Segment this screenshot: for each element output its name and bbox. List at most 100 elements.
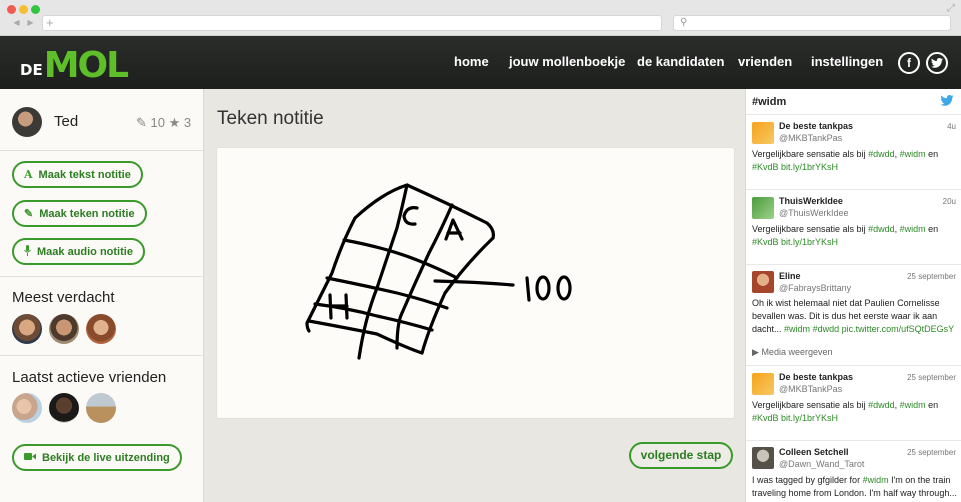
logo-mol-text: MOL (43, 45, 129, 86)
suspect-avatar[interactable] (12, 314, 42, 344)
maximize-window-icon[interactable] (31, 5, 40, 14)
tweet-author-handle[interactable]: @MKBTankPas (779, 384, 842, 394)
tweet-time[interactable]: 25 september (907, 448, 956, 457)
friend-avatar[interactable] (86, 393, 116, 423)
avatar[interactable] (12, 107, 42, 137)
tweet-text: I was tagged by gfgilder for #widm I'm o… (752, 475, 957, 502)
twitter-feed: #widm De beste tankpas @MKBTankPas 4u Ve… (745, 89, 961, 502)
tweet-avatar[interactable] (752, 447, 774, 469)
divider (0, 355, 204, 356)
audio-note-label: Maak audio notitie (37, 245, 133, 258)
profile-card: Ted ✎ 10 ★ 3 (0, 89, 204, 151)
stars-count: 3 (183, 115, 192, 130)
live-stream-button[interactable]: Bekijk de live uitzending (12, 444, 182, 471)
tweet-text: Oh ik wist helemaal niet dat Paulien Cor… (752, 298, 955, 334)
arrow-left-icon[interactable]: ◀ (10, 17, 23, 29)
facebook-icon[interactable]: f (898, 52, 920, 74)
hashtag-link[interactable]: #dwdd (868, 224, 895, 234)
tweet-time[interactable]: 25 september (907, 373, 956, 382)
tweet-time[interactable]: 4u (947, 122, 956, 131)
tweet-link[interactable]: #KvdB bit.ly/1brYKsH (752, 237, 838, 247)
tweet-author-name[interactable]: Colleen Setchell (779, 447, 849, 457)
hashtag-link[interactable]: #widm (900, 224, 926, 234)
nav-instellingen[interactable]: instellingen (811, 54, 883, 69)
most-suspected-heading: Meest verdacht (12, 289, 115, 306)
notes-count: 10 (150, 115, 165, 130)
tweet-time[interactable]: 20u (943, 197, 956, 206)
nav-vrienden[interactable]: vrienden (738, 54, 792, 69)
address-bar[interactable] (42, 15, 662, 31)
suspect-avatar[interactable] (49, 314, 79, 344)
hashtag-label[interactable]: #widm (752, 96, 786, 108)
microphone-icon (24, 244, 31, 259)
twitter-icon[interactable] (926, 52, 948, 74)
tweet[interactable]: ThuisWerkIdee @ThuisWerkIdee 20u Vergeli… (746, 190, 961, 265)
tweet-link[interactable]: pic.twitter.com/ufSQtDEGsY (842, 324, 955, 334)
media-label: Media weergeven (761, 347, 833, 357)
tweet-time[interactable]: 25 september (907, 272, 956, 281)
tweet-avatar[interactable] (752, 197, 774, 219)
close-window-icon[interactable] (7, 5, 16, 14)
hashtag-link[interactable]: #widm (784, 324, 810, 334)
magnifier-icon: ⚲ (680, 17, 688, 28)
draw-note-label: Maak teken notitie (39, 207, 135, 220)
hashtag-link[interactable]: #dwdd (868, 400, 895, 410)
tweet-link[interactable]: #KvdB bit.ly/1brYKsH (752, 413, 838, 423)
draw-note-button[interactable]: ✎ Maak teken notitie (12, 200, 147, 227)
media-toggle[interactable]: ▶ Media weergeven (752, 347, 832, 358)
divider (0, 276, 204, 277)
plus-icon[interactable]: + (46, 16, 54, 29)
pencil-icon: ✎ (24, 208, 34, 220)
tweet-author-handle[interactable]: @FabraysBrittany (779, 283, 851, 293)
tweet-text: Vergelijkbare sensatie als bij #dwdd, #w… (752, 224, 939, 247)
text-note-button[interactable]: A Maak tekst notitie (12, 161, 143, 188)
hashtag-link[interactable]: #widm (900, 149, 926, 159)
nav-mollenboekje[interactable]: jouw mollenboekje (509, 54, 625, 69)
tweet[interactable]: De beste tankpas @MKBTankPas 25 septembe… (746, 366, 961, 441)
tweet[interactable]: De beste tankpas @MKBTankPas 4u Vergelij… (746, 115, 961, 190)
next-step-button[interactable]: volgende stap (629, 442, 733, 469)
hashtag-link[interactable]: #dwdd (868, 149, 895, 159)
text-icon: A (24, 168, 33, 181)
tweet-text: Vergelijkbare sensatie als bij #dwdd, #w… (752, 149, 939, 172)
hashtag-link[interactable]: #dwdd (813, 324, 840, 334)
arrow-right-icon[interactable]: ▶ (24, 17, 37, 29)
tweet-text: Vergelijkbare sensatie als bij #dwdd, #w… (752, 400, 939, 423)
tweet-avatar[interactable] (752, 373, 774, 395)
live-stream-label: Bekijk de live uitzending (42, 451, 170, 464)
tweet-author-name[interactable]: Eline (779, 271, 801, 281)
tweet-author-handle[interactable]: @MKBTankPas (779, 133, 842, 143)
recent-friends-heading: Laatst actieve vrienden (12, 369, 167, 386)
tweet[interactable]: Colleen Setchell @Dawn_Wand_Tarot 25 sep… (746, 441, 961, 502)
tweet-link[interactable]: #KvdB bit.ly/1brYKsH (752, 162, 838, 172)
nav-kandidaten[interactable]: de kandidaten (637, 54, 724, 69)
demol-logo[interactable]: DE MOL (20, 40, 129, 86)
tweet-author-name[interactable]: De beste tankpas (779, 372, 853, 382)
play-icon: ▶ (752, 347, 759, 357)
tweet-avatar[interactable] (752, 271, 774, 293)
site-header: DE MOL home jouw mollenboekje de kandida… (0, 36, 961, 89)
expand-icon[interactable]: ⤢ (947, 3, 955, 14)
tweet-author-name[interactable]: ThuisWerkIdee (779, 196, 843, 206)
drawing-canvas[interactable] (217, 148, 734, 418)
suspect-avatar[interactable] (86, 314, 116, 344)
star-icon: ★ (168, 115, 181, 130)
pencil-icon: ✎ (136, 115, 147, 130)
browser-chrome: ◀ ▶ + ⚲ ⤢ (0, 0, 961, 36)
hashtag-link[interactable]: #widm (900, 400, 926, 410)
browser-search-bar[interactable]: ⚲ (673, 15, 951, 31)
tweet-author-name[interactable]: De beste tankpas (779, 121, 853, 131)
tweet[interactable]: Eline @FabraysBrittany 25 september Oh i… (746, 265, 961, 366)
audio-note-button[interactable]: Maak audio notitie (12, 238, 145, 265)
nav-home[interactable]: home (454, 54, 489, 69)
minimize-window-icon[interactable] (19, 5, 28, 14)
hashtag-link[interactable]: #widm (863, 475, 889, 485)
friend-avatar[interactable] (12, 393, 42, 423)
twitter-feed-header: #widm (746, 89, 961, 115)
tweet-author-handle[interactable]: @Dawn_Wand_Tarot (779, 459, 864, 469)
hand-drawing (305, 183, 572, 360)
page-title: Teken notitie (217, 108, 324, 129)
tweet-author-handle[interactable]: @ThuisWerkIdee (779, 208, 849, 218)
tweet-avatar[interactable] (752, 122, 774, 144)
friend-avatar[interactable] (49, 393, 79, 423)
